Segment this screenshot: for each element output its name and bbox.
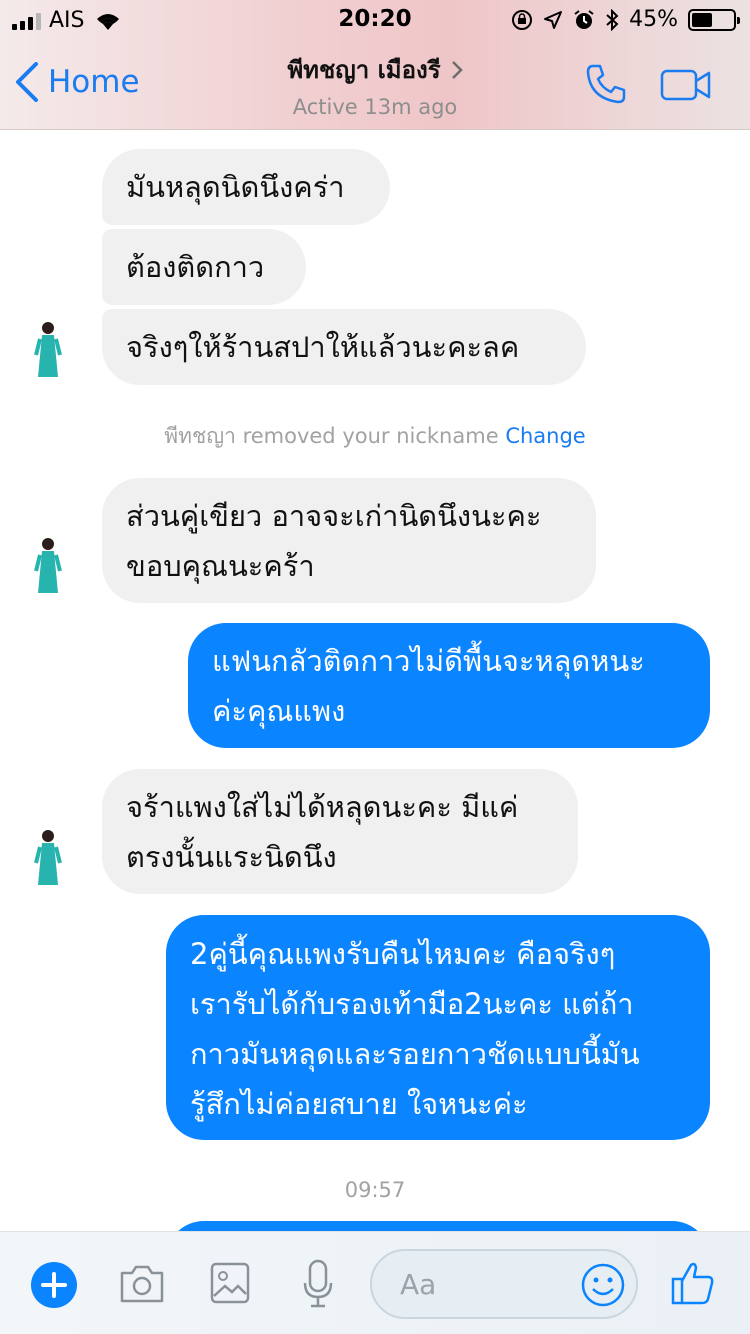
avatar[interactable]	[28, 319, 68, 383]
message-text: ค่ะคุณแพง	[212, 694, 346, 728]
thumbs-up-icon[interactable]	[670, 1259, 716, 1307]
message-text: ส่วนคู่เขียว อาจจะเก่านิดนึงนะคะ	[126, 499, 542, 533]
emoji-icon[interactable]	[580, 1262, 626, 1308]
timestamp-divider: 09:57	[344, 1178, 406, 1202]
alarm-icon	[574, 9, 594, 29]
battery-icon	[688, 8, 740, 31]
message-text: รู้สึกไม่ค่อยสบาย ใจหนะค่ะ	[190, 1087, 528, 1121]
location-icon	[544, 10, 563, 29]
avatar[interactable]	[28, 535, 68, 599]
chevron-right-icon	[451, 60, 463, 79]
phone-icon[interactable]	[584, 62, 628, 106]
add-icon[interactable]	[30, 1261, 78, 1309]
message-text: ต้องติดกาว	[126, 250, 265, 284]
avatar[interactable]	[28, 827, 68, 891]
message-input-placeholder: Aa	[400, 1268, 437, 1301]
message-bubble-incoming[interactable]: ต้องติดกาว	[102, 229, 306, 305]
conversation-header: Home พีทชญา เมืองรี Active 13m ago	[0, 40, 750, 130]
message-bubble-incoming[interactable]: จริงๆให้ร้านสปาให้แล้วนะคะลค	[102, 309, 586, 385]
message-text: ตรงนั้นแระนิดนึง	[126, 840, 337, 874]
contact-status: Active 13m ago	[292, 95, 458, 119]
message-text: กาวมันหลุดและรอยกาวชัดแบบนี้มัน	[190, 1037, 640, 1071]
message-bubble-incoming[interactable]: มันหลุดนิดนึงคร่า	[102, 149, 390, 225]
contact-info[interactable]: พีทชญา เมืองรี Active 13m ago	[0, 50, 750, 119]
message-composer: Aa	[0, 1231, 750, 1334]
status-bar: AIS 20:20 45%	[0, 0, 750, 40]
message-text: แฟนกลัวติดกาวไม่ดีพื้นจะหลุดหนะ	[212, 644, 645, 678]
video-camera-icon[interactable]	[660, 68, 712, 102]
message-bubble-outgoing[interactable]: แฟนกลัวติดกาวไม่ดีพื้นจะหลุดหนะ ค่ะคุณแพ…	[188, 623, 710, 748]
change-nickname-link[interactable]: Change	[505, 424, 585, 448]
message-text: 2คู่นี้คุณแพงรับคืนไหมคะ คือจริงๆ	[190, 937, 616, 971]
message-text: ขอบคุณนะคร้า	[126, 549, 315, 583]
microphone-icon[interactable]	[302, 1259, 334, 1309]
camera-icon[interactable]	[118, 1263, 166, 1305]
message-text: จร้าแพงใส่ไม่ได้หลุดนะคะ มีแค่	[126, 790, 519, 824]
message-bubble-outgoing-partial[interactable]	[166, 1221, 710, 1231]
nickname-removed-notice: พีทชญา removed your nickname Change	[0, 420, 750, 453]
message-text: เรารับได้กับรองเท้ามือ2นะคะ แต่ถ้า	[190, 987, 634, 1021]
bluetooth-icon	[606, 8, 619, 31]
system-text: พีทชญา removed your nickname	[164, 424, 499, 448]
message-text: มันหลุดนิดนึงคร่า	[126, 170, 345, 204]
message-bubble-outgoing[interactable]: 2คู่นี้คุณแพงรับคืนไหมคะ คือจริงๆ เรารับ…	[166, 915, 710, 1140]
message-bubble-incoming[interactable]: จร้าแพงใส่ไม่ได้หลุดนะคะ มีแค่ ตรงนั้นแร…	[102, 769, 578, 894]
orientation-lock-icon	[512, 9, 533, 30]
status-right: 45%	[511, 7, 740, 32]
contact-name: พีทชญา เมืองรี	[287, 56, 441, 84]
image-icon[interactable]	[210, 1262, 250, 1304]
message-bubble-incoming[interactable]: ส่วนคู่เขียว อาจจะเก่านิดนึงนะคะ ขอบคุณน…	[102, 478, 596, 603]
battery-percent: 45%	[629, 7, 678, 32]
message-list[interactable]: มันหลุดนิดนึงคร่า ต้องติดกาว จริงๆให้ร้า…	[0, 131, 750, 1231]
message-text: จริงๆให้ร้านสปาให้แล้วนะคะลค	[126, 330, 520, 364]
